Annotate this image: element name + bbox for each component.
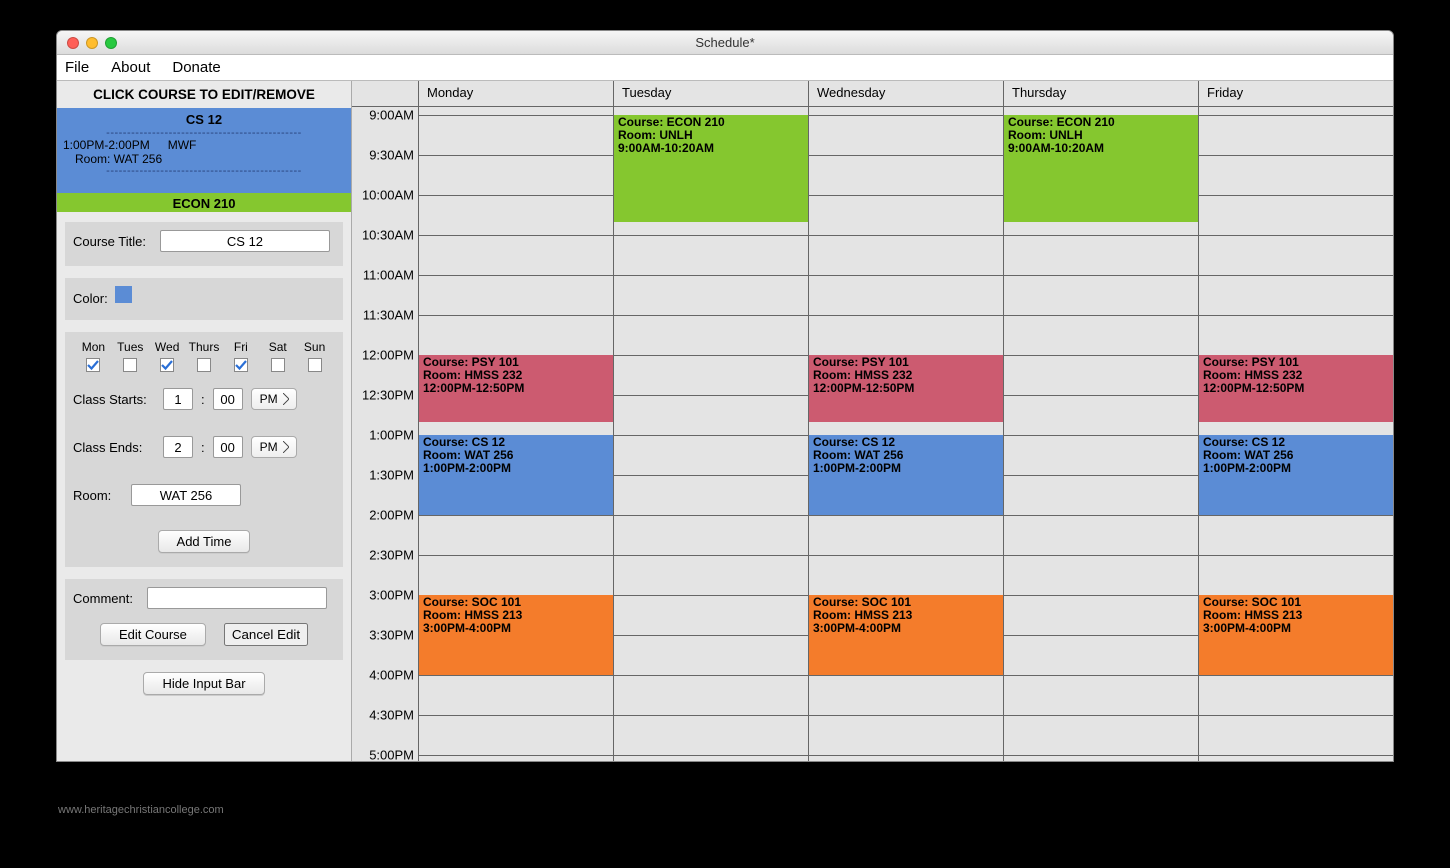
time-label: 1:30PM [369,468,414,483]
room-input[interactable] [131,484,241,506]
course-card-time: 1:00PM-2:00PM [63,138,150,152]
menu-donate[interactable]: Donate [172,59,220,76]
calendar-event[interactable]: Course: ECON 210Room: UNLH9:00AM-10:20AM [614,115,808,222]
class-starts-label: Class Starts: [73,392,155,407]
menu-about[interactable]: About [111,59,150,76]
menubar: File About Donate [57,55,1393,81]
start-ampm-select[interactable]: PM [251,388,297,410]
day-label: Tues [117,340,143,354]
day-columns: Course: PSY 101Room: HMSS 23212:00PM-12:… [418,107,1393,761]
course-card-econ210[interactable]: ECON 210 [57,193,351,212]
edit-form: Course Title: Color: Mon Tues Wed Thurs Fri S… [57,212,351,761]
end-hour-input[interactable] [163,436,193,458]
calendar-event[interactable]: Course: SOC 101Room: HMSS 2133:00PM-4:00… [419,595,613,675]
calendar-event[interactable]: Course: ECON 210Room: UNLH9:00AM-10:20AM [1004,115,1198,222]
time-label: 1:00PM [369,428,414,443]
day-header: Friday [1198,81,1393,106]
sidebar-header: CLICK COURSE TO EDIT/REMOVE [57,81,351,108]
day-column-monday: Course: PSY 101Room: HMSS 23212:00PM-12:… [418,107,613,761]
day-label: Sat [269,340,287,354]
course-card-room: Room: WAT 256 [57,152,351,166]
time-label: 12:30PM [362,388,414,403]
hide-input-bar-button[interactable]: Hide Input Bar [143,672,264,695]
calendar-header: Monday Tuesday Wednesday Thursday Friday [352,81,1393,107]
end-ampm-select[interactable]: PM [251,436,297,458]
start-hour-input[interactable] [163,388,193,410]
time-label: 3:00PM [369,588,414,603]
time-label: 10:00AM [362,188,414,203]
time-label: 9:00AM [369,108,414,123]
time-label: 2:30PM [369,548,414,563]
day-label: Mon [82,340,105,354]
calendar-event[interactable]: Course: PSY 101Room: HMSS 23212:00PM-12:… [1199,355,1393,422]
day-column-wednesday: Course: PSY 101Room: HMSS 23212:00PM-12:… [808,107,1003,761]
time-label: 11:30AM [363,308,414,323]
day-checkbox-thu[interactable] [197,358,211,372]
room-label: Room: [73,488,123,503]
time-label: 11:00AM [363,268,414,283]
course-card-title: CS 12 [57,110,351,129]
course-card-cs12[interactable]: CS 12 ----------------------------------… [57,108,351,193]
add-time-button[interactable]: Add Time [158,530,251,553]
time-label: 9:30AM [369,148,414,163]
days-row: Mon Tues Wed Thurs Fri Sat Sun [73,340,335,372]
calendar-event[interactable]: Course: SOC 101Room: HMSS 2133:00PM-4:00… [1199,595,1393,675]
day-label: Thurs [189,340,220,354]
cancel-edit-button[interactable]: Cancel Edit [224,623,308,646]
comment-label: Comment: [73,591,133,606]
watermark: www.heritagechristiancollege.com [56,762,1394,824]
calendar-event[interactable]: Course: PSY 101Room: HMSS 23212:00PM-12:… [809,355,1003,422]
day-label: Fri [234,340,248,354]
color-swatch[interactable] [115,286,132,303]
day-checkbox-sat[interactable] [271,358,285,372]
time-label: 4:30PM [369,708,414,723]
sidebar: CLICK COURSE TO EDIT/REMOVE CS 12 ------… [57,81,352,761]
day-header: Tuesday [613,81,808,106]
course-card-days: MWF [168,138,197,152]
day-column-thursday: Course: ECON 210Room: UNLH9:00AM-10:20AM [1003,107,1198,761]
day-checkbox-mon[interactable] [86,358,100,372]
course-title-input[interactable] [160,230,330,252]
app-window: Schedule* File About Donate CLICK COURSE… [56,30,1394,762]
start-min-input[interactable] [213,388,243,410]
day-label: Wed [155,340,179,354]
divider: ----------------------------------------… [57,129,351,137]
calendar: Monday Tuesday Wednesday Thursday Friday… [352,81,1393,761]
calendar-event[interactable]: Course: CS 12Room: WAT 2561:00PM-2:00PM [419,435,613,515]
day-header: Wednesday [808,81,1003,106]
color-label: Color: [73,291,108,306]
time-label: 4:00PM [369,668,414,683]
calendar-event[interactable]: Course: CS 12Room: WAT 2561:00PM-2:00PM [1199,435,1393,515]
titlebar: Schedule* [57,31,1393,55]
day-column-tuesday: Course: ECON 210Room: UNLH9:00AM-10:20AM [613,107,808,761]
end-min-input[interactable] [213,436,243,458]
day-checkbox-wed[interactable] [160,358,174,372]
calendar-event[interactable]: Course: SOC 101Room: HMSS 2133:00PM-4:00… [809,595,1003,675]
day-checkbox-fri[interactable] [234,358,248,372]
time-label: 3:30PM [369,628,414,643]
day-header: Thursday [1003,81,1198,106]
day-checkbox-tue[interactable] [123,358,137,372]
time-label: 5:00PM [369,748,414,762]
class-ends-label: Class Ends: [73,440,155,455]
time-label: 2:00PM [369,508,414,523]
calendar-event[interactable]: Course: PSY 101Room: HMSS 23212:00PM-12:… [419,355,613,422]
day-checkbox-sun[interactable] [308,358,322,372]
window-title: Schedule* [57,35,1393,50]
divider: ----------------------------------------… [57,167,351,175]
comment-input[interactable] [147,587,327,609]
day-label: Sun [304,340,325,354]
time-label: 12:00PM [362,348,414,363]
edit-course-button[interactable]: Edit Course [100,623,206,646]
time-label: 10:30AM [362,228,414,243]
day-column-friday: Course: PSY 101Room: HMSS 23212:00PM-12:… [1198,107,1393,761]
day-header: Monday [418,81,613,106]
course-card-title: ECON 210 [57,195,351,212]
calendar-event[interactable]: Course: CS 12Room: WAT 2561:00PM-2:00PM [809,435,1003,515]
course-title-label: Course Title: [73,234,146,249]
menu-file[interactable]: File [65,59,89,76]
